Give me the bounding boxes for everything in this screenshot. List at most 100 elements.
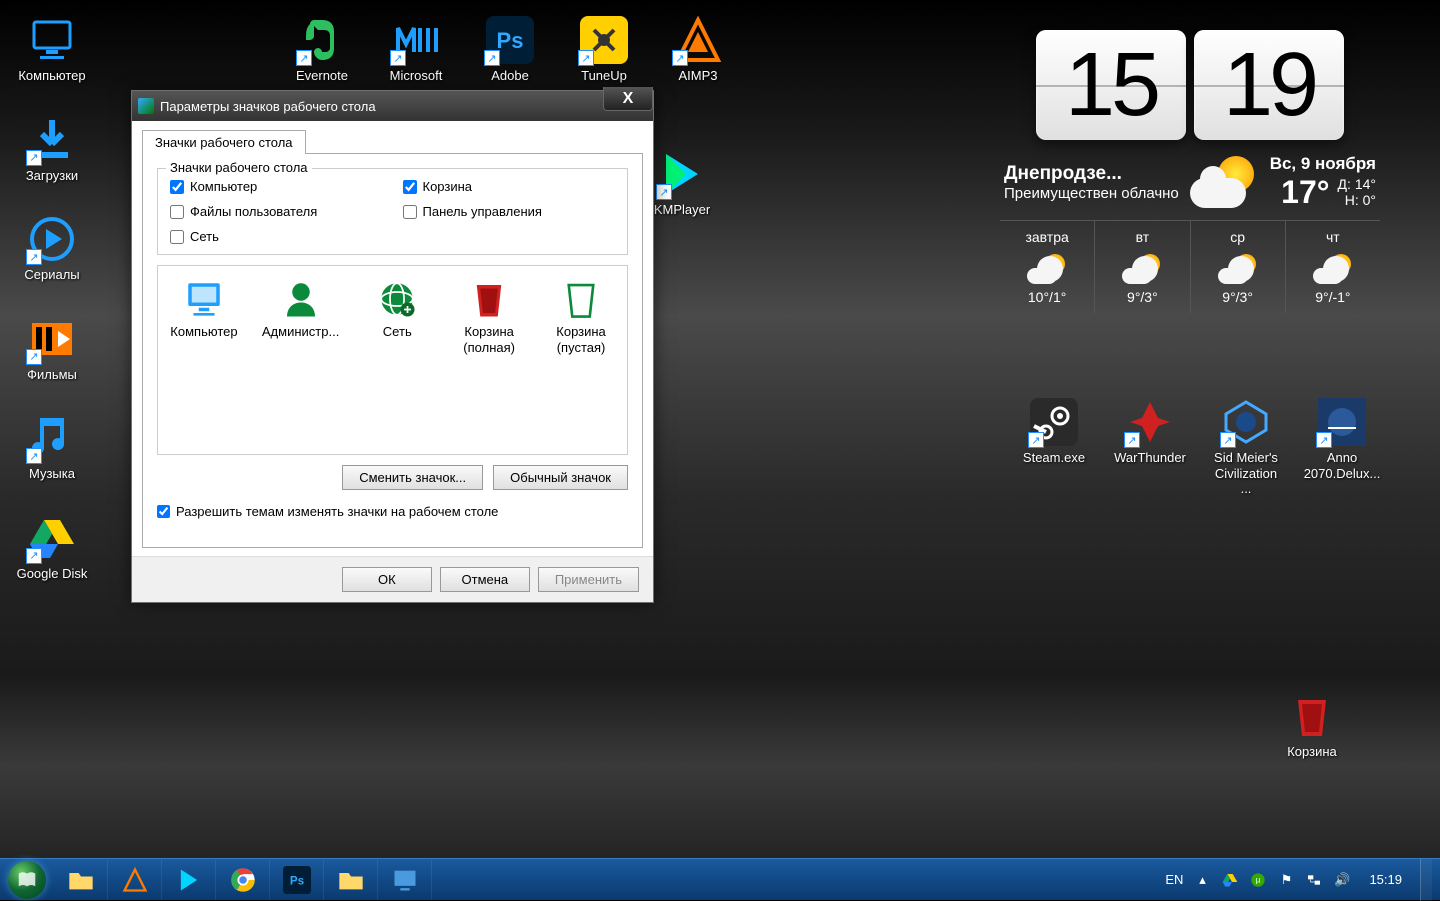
start-button[interactable] [0, 859, 54, 901]
icon-item-network[interactable]: Сеть [363, 278, 431, 340]
play-circle-icon: ↗ [28, 215, 76, 263]
checkbox-input[interactable] [170, 205, 184, 219]
desktop-icon-adobe[interactable]: Ps↗ Adobe [472, 16, 548, 84]
default-icon-button[interactable]: Обычный значок [493, 465, 628, 490]
play-store-icon: ↗ [658, 150, 706, 198]
taskbar-item-explorer2[interactable] [324, 860, 378, 900]
ok-button[interactable]: ОК [342, 567, 432, 592]
flag-tray-icon[interactable]: ⚑ [1277, 871, 1295, 889]
desktop-icon-label: Фильмы [27, 367, 77, 383]
clock-hours: 15 [1036, 30, 1186, 140]
apply-button[interactable]: Применить [538, 567, 639, 592]
desktop-icon-anno[interactable]: ↗Anno 2070.Delux... [1304, 398, 1380, 497]
desktop-icon-label: Steam.exe [1023, 450, 1085, 466]
photoshop-icon: Ps↗ [486, 16, 534, 64]
desktop-icon-recycle-bin[interactable]: Корзина [1274, 692, 1350, 760]
photoshop-icon: Ps [283, 866, 311, 894]
desktop-icon-music[interactable]: ↗ Музыка [14, 414, 90, 482]
network-tray-icon[interactable] [1305, 871, 1323, 889]
icon-preview-list[interactable]: Компьютер Администр... Сеть Корзина (пол… [157, 265, 628, 455]
windows-logo-icon [8, 861, 46, 899]
desktop-icon-label: Компьютер [18, 68, 85, 84]
desktop-icon-aimp3[interactable]: ↗AIMP3 [660, 16, 736, 84]
taskbar-item-aimp[interactable] [108, 860, 162, 900]
weather-widget[interactable]: 15 19 Днепродзе... Преимуществен облачно… [1000, 30, 1380, 313]
icon-item-computer[interactable]: Компьютер [170, 278, 238, 340]
forecast-day: чт9°/-1° [1286, 221, 1380, 313]
desktop-icon-gdisk[interactable]: ↗ Google Disk [14, 514, 90, 582]
desktop-icon-civilization[interactable]: ↗Sid Meier's Civilization ... [1208, 398, 1284, 497]
recycle-bin-icon [1288, 692, 1336, 740]
tab-desktop-icons[interactable]: Значки рабочего стола [142, 130, 306, 154]
desktop-icon-computer[interactable]: Компьютер [14, 16, 90, 84]
checkbox-input[interactable] [403, 180, 417, 194]
checkbox-network[interactable]: Сеть [170, 229, 383, 244]
dialog-title: Параметры значков рабочего стола [160, 99, 376, 114]
forecast-day: завтра10°/1° [1000, 221, 1095, 313]
desktop-icon-evernote[interactable]: ↗Evernote [284, 16, 360, 84]
desktop-icon-label: Музыка [29, 466, 75, 482]
checkbox-userfiles[interactable]: Файлы пользователя [170, 204, 383, 219]
checkbox-input[interactable] [170, 230, 184, 244]
taskbar-clock[interactable]: 15:19 [1361, 872, 1410, 887]
desktop-icon-label: TuneUp [581, 68, 627, 84]
taskbar-item-photoshop[interactable]: Ps [270, 860, 324, 900]
desktop[interactable]: Компьютер ↗ Загрузки ↗ Сериалы ↗ Фильмы … [0, 0, 1440, 900]
desktop-icon-warthunder[interactable]: ↗WarThunder [1112, 398, 1188, 497]
desktop-icon-label: Корзина [1287, 744, 1337, 760]
desktop-icon-label: Google Disk [17, 566, 88, 582]
close-button[interactable]: X [603, 87, 653, 111]
steam-icon: ↗ [1030, 398, 1078, 446]
google-drive-tray-icon[interactable] [1221, 871, 1239, 889]
weather-condition: Преимуществен облачно [1004, 185, 1179, 202]
change-icon-button[interactable]: Сменить значок... [342, 465, 483, 490]
taskbar-item-explorer[interactable] [54, 860, 108, 900]
svg-text:Ps: Ps [497, 28, 524, 53]
desktop-icon-tuneup[interactable]: ↗TuneUp [566, 16, 642, 84]
svg-text:Ps: Ps [289, 874, 303, 887]
checkbox-allow-themes[interactable]: Разрешить темам изменять значки на рабоч… [157, 504, 628, 519]
warthunder-icon: ↗ [1126, 398, 1174, 446]
desktop-icon-label: Сериалы [24, 267, 79, 283]
desktop-icon-label: Sid Meier's Civilization ... [1208, 450, 1284, 497]
desktop-icon-label: Adobe [491, 68, 529, 84]
utorrent-tray-icon[interactable]: µ [1249, 871, 1267, 889]
desktop-icon-steam[interactable]: ↗ Steam.exe [1016, 398, 1092, 497]
taskbar-item-play[interactable] [162, 860, 216, 900]
checkbox-input[interactable] [170, 180, 184, 194]
weather-location: Днепродзе... [1004, 163, 1179, 185]
desktop-icon-kmplayer[interactable]: ↗KMPlayer [644, 150, 720, 218]
volume-tray-icon[interactable]: 🔊 [1333, 871, 1351, 889]
desktop-icon-serials[interactable]: ↗ Сериалы [14, 215, 90, 283]
taskbar[interactable]: Ps EN ▴ µ ⚑ 🔊 15:19 [0, 858, 1440, 900]
clock-flip: 15 19 [1000, 30, 1380, 140]
microsoft-icon: ↗ [392, 16, 440, 64]
checkbox-input[interactable] [403, 205, 417, 219]
icon-item-bin-full[interactable]: Корзина (полная) [455, 278, 523, 355]
evernote-icon: ↗ [298, 16, 346, 64]
desktop-icon-label: Microsoft [390, 68, 443, 84]
icon-item-bin-empty[interactable]: Корзина (пустая) [547, 278, 615, 355]
system-tray: EN ▴ µ ⚑ 🔊 15:19 [1165, 859, 1440, 901]
desktop-icon-downloads[interactable]: ↗ Загрузки [14, 116, 90, 184]
clock-minutes: 19 [1194, 30, 1344, 140]
cancel-button[interactable]: Отмена [440, 567, 530, 592]
taskbar-item-chrome[interactable] [216, 860, 270, 900]
tray-arrow-icon[interactable]: ▴ [1193, 871, 1211, 889]
checkbox-controlpanel[interactable]: Панель управления [403, 204, 616, 219]
checkbox-input[interactable] [157, 505, 170, 518]
monitor-icon [391, 866, 419, 894]
icon-item-admin[interactable]: Администр... [262, 278, 339, 340]
fieldset-legend: Значки рабочего стола [166, 160, 312, 175]
dialog-icon [138, 98, 154, 114]
language-indicator[interactable]: EN [1165, 872, 1183, 887]
dialog-titlebar[interactable]: Параметры значков рабочего стола X [132, 91, 653, 121]
svg-text:µ: µ [1256, 875, 1261, 884]
desktop-icon-microsoft[interactable]: ↗ Microsoft [378, 16, 454, 84]
taskbar-item-settings[interactable] [378, 860, 432, 900]
checkbox-bin[interactable]: Корзина [403, 179, 616, 194]
chrome-icon [229, 866, 257, 894]
desktop-icon-films[interactable]: ↗ Фильмы [14, 315, 90, 383]
show-desktop-button[interactable] [1420, 859, 1432, 901]
checkbox-computer[interactable]: Компьютер [170, 179, 383, 194]
